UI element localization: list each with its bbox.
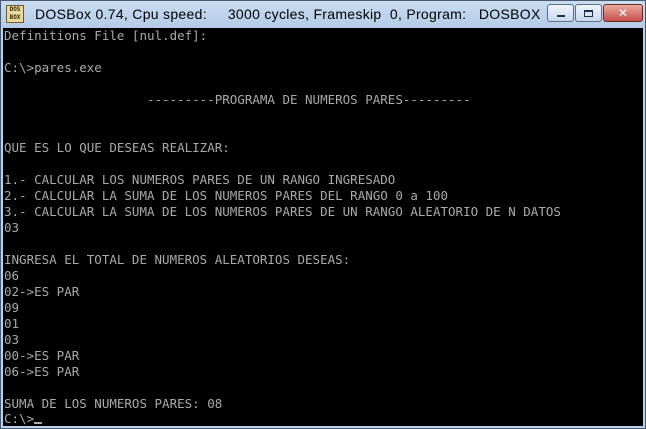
- close-button[interactable]: ✕: [603, 4, 643, 22]
- console-line: 06->ES PAR: [4, 364, 80, 379]
- console-line: C:\>pares.exe: [4, 60, 102, 75]
- window-title: DOSBox 0.74, Cpu speed: 3000 cycles, Fra…: [35, 6, 541, 22]
- console-line: SUMA DE LOS NUMEROS PARES: 08: [4, 396, 223, 411]
- title-bar[interactable]: DOS BOX DOSBox 0.74, Cpu speed: 3000 cyc…: [1, 1, 645, 28]
- console-line: QUE ES LO QUE DESEAS REALIZAR:: [4, 140, 230, 155]
- maximize-button[interactable]: [575, 4, 602, 22]
- dosbox-icon[interactable]: DOS BOX: [6, 5, 24, 23]
- console-screen[interactable]: Definitions File [nul.def]: C:\>pares.ex…: [3, 28, 643, 426]
- console-line: 2.- CALCULAR LA SUMA DE LOS NUMEROS PARE…: [4, 188, 449, 203]
- console-line: 09: [4, 300, 20, 315]
- console-line: 3.- CALCULAR LA SUMA DE LOS NUMEROS PARE…: [4, 204, 561, 219]
- minimize-button[interactable]: [547, 4, 574, 22]
- console-line: 01: [4, 316, 20, 331]
- prompt-text: C:\>: [4, 411, 35, 426]
- maximize-icon: [584, 9, 593, 17]
- console-line: ---------PROGRAMA DE NUMEROS PARES------…: [4, 92, 471, 107]
- console-line: 06: [4, 268, 20, 283]
- console-line: 1.- CALCULAR LOS NUMEROS PARES DE UN RAN…: [4, 172, 396, 187]
- console-line: 03: [4, 332, 20, 347]
- console-line: 03: [4, 220, 20, 235]
- text-cursor: [34, 422, 43, 424]
- command-prompt[interactable]: C:\>: [4, 411, 43, 426]
- console-line: INGRESA EL TOTAL DE NUMEROS ALEATORIOS D…: [4, 252, 351, 267]
- close-icon: ✕: [617, 6, 629, 20]
- dosbox-window: DOS BOX DOSBox 0.74, Cpu speed: 3000 cyc…: [0, 0, 646, 429]
- console-line: Definitions File [nul.def]:: [4, 28, 208, 43]
- console-line: 02->ES PAR: [4, 284, 80, 299]
- console-line: 00->ES PAR: [4, 348, 80, 363]
- minimize-icon: [556, 15, 565, 17]
